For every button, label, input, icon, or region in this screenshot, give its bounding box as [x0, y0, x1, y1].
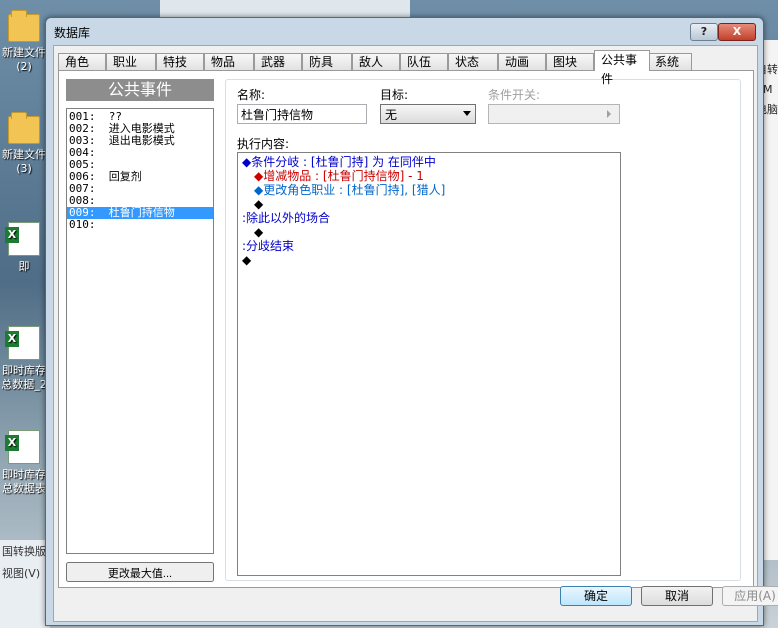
name-input[interactable]: [237, 104, 367, 124]
switch-dropdown: [488, 104, 620, 124]
tab-10[interactable]: 动画: [498, 53, 546, 70]
tab-6[interactable]: 防具: [302, 53, 352, 70]
desktop-folder-icon-2[interactable]: 新建文件 (3): [0, 112, 48, 176]
target-label: 目标:: [380, 88, 409, 102]
help-button[interactable]: ?: [690, 23, 718, 41]
tab-11[interactable]: 图块: [546, 53, 594, 70]
apply-button[interactable]: 应用(A): [722, 586, 778, 606]
command-list[interactable]: ◆条件分岐 : [杜鲁门持] 为 在同伴中 ◆增减物品 : [杜鲁门持信物] - …: [237, 152, 621, 576]
folder-icon: [8, 10, 40, 42]
tab-4[interactable]: 物品: [204, 53, 254, 70]
target-value: 无: [385, 108, 398, 122]
desktop-icon-label: 即: [18, 260, 30, 273]
desktop-icon-label: 即时库存 总数据表: [2, 468, 46, 495]
command-row[interactable]: ◆更改角色职业 : [杜鲁门持], [猎人]: [242, 183, 616, 197]
database-dialog: 数据库 ? X 角色 职业 特技 物品 武器 防具 敌人 队伍 状态 动画 图块 公共事件 系统 公共事…: [45, 17, 778, 626]
window-title: 数据库: [54, 26, 91, 40]
command-row[interactable]: :分歧结束: [242, 239, 616, 253]
list-item[interactable]: 010:: [67, 219, 213, 231]
bottom-strip-menu-view[interactable]: 视图(V): [0, 562, 50, 584]
switch-label: 条件开关:: [488, 88, 541, 102]
command-row[interactable]: ◆: [242, 225, 616, 239]
dialog-client-area: 角色 职业 特技 物品 武器 防具 敌人 队伍 状态 动画 图块 公共事件 系统 公共事件 001: ?…: [53, 45, 778, 622]
change-max-button[interactable]: 更改最大值...: [66, 562, 214, 582]
folder-icon: [8, 112, 40, 144]
tab-9[interactable]: 状态: [448, 53, 498, 70]
ok-button[interactable]: 确定: [560, 586, 632, 606]
tab-7[interactable]: 敌人: [352, 53, 400, 70]
desktop-excel-icon-3[interactable]: 即时库存 总数据表: [0, 430, 48, 496]
tab-3[interactable]: 特技: [156, 53, 204, 70]
cancel-button[interactable]: 取消: [641, 586, 713, 606]
content-label: 执行内容:: [237, 137, 290, 151]
background-window-bottom: 国转换版 视图(V): [0, 540, 50, 628]
event-list[interactable]: 001: ?? 002: 进入电影模式 003: 退出电影模式 004: 005: 006…: [66, 108, 214, 554]
bottom-strip-text-1: 国转换版: [2, 545, 46, 558]
tab-2[interactable]: 职业: [106, 53, 156, 70]
desktop-icon-label: 即时库存 总数据_2: [1, 364, 47, 391]
tab-12[interactable]: 公共事件: [594, 50, 650, 86]
command-row[interactable]: ◆: [242, 253, 616, 267]
name-label: 名称:: [237, 88, 266, 102]
desktop-excel-icon-1[interactable]: 即: [0, 222, 48, 274]
command-row[interactable]: ◆增减物品 : [杜鲁门持信物] - 1: [242, 169, 616, 183]
tab-8[interactable]: 队伍: [400, 53, 448, 70]
desktop-folder-icon-1[interactable]: 新建文件 (2): [0, 10, 48, 74]
tab-1[interactable]: 角色: [58, 53, 106, 70]
event-detail-group: 名称: 目标: 无 条件开关: 执行内容: ◆条件分岐 : [杜鲁门持] 为 在…: [225, 79, 741, 581]
title-bar[interactable]: 数据库 ? X: [46, 18, 763, 44]
target-dropdown[interactable]: 无: [380, 104, 476, 124]
close-button[interactable]: X: [718, 23, 756, 41]
excel-icon: [5, 326, 40, 360]
chevron-down-icon: [463, 111, 471, 116]
desktop-excel-icon-2[interactable]: 即时库存 总数据_2: [0, 326, 48, 392]
excel-icon: [5, 222, 40, 256]
background-window-strip: [160, 0, 410, 18]
command-row[interactable]: :除此以外的场合: [242, 211, 616, 225]
tab-5[interactable]: 武器: [254, 53, 302, 70]
command-row[interactable]: ◆条件分岐 : [杜鲁门持] 为 在同伴中: [242, 155, 616, 169]
tab-13[interactable]: 系统: [648, 53, 692, 70]
chevron-right-icon: [607, 110, 611, 118]
excel-icon: [5, 430, 40, 464]
desktop-icon-label: 新建文件 (3): [2, 148, 46, 175]
desktop-icon-label: 新建文件 (2): [2, 46, 46, 73]
command-row[interactable]: ◆: [242, 197, 616, 211]
event-list-header: 公共事件: [66, 79, 214, 101]
common-events-panel: 公共事件 001: ?? 002: 进入电影模式 003: 退出电影模式 004: 00…: [58, 70, 754, 588]
